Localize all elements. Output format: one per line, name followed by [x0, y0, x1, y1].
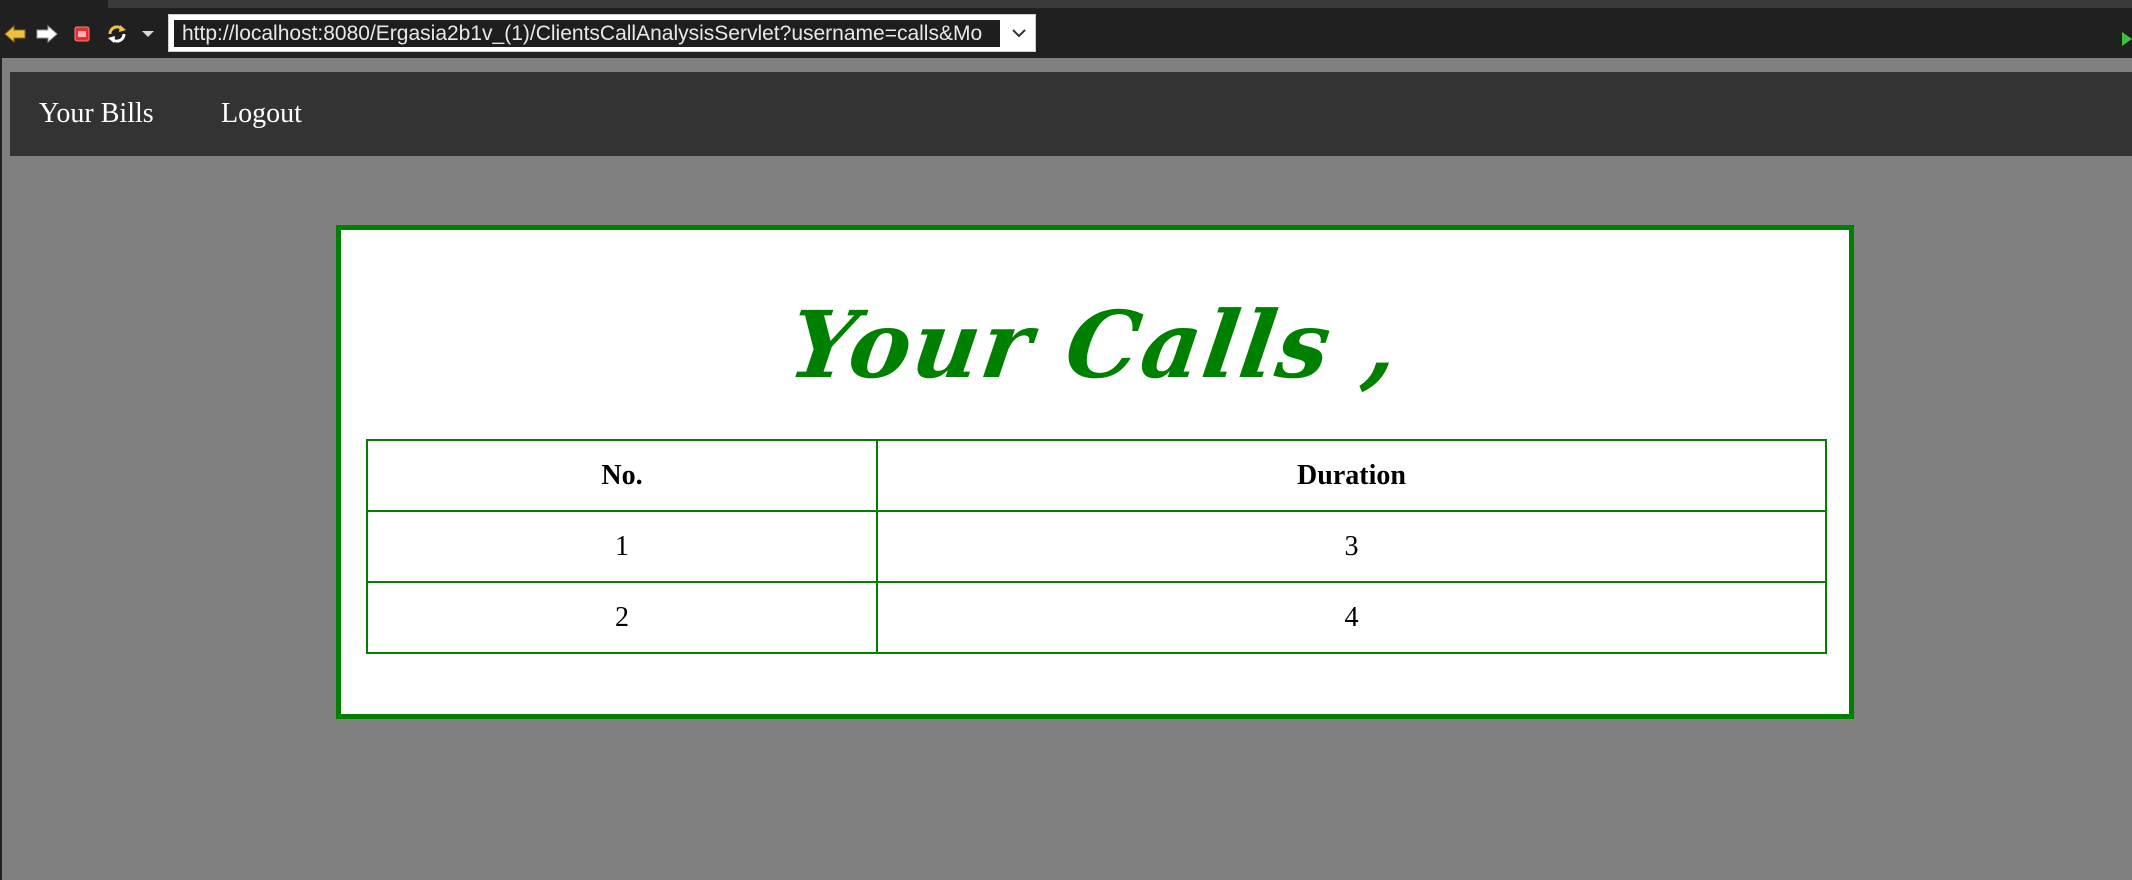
- cell-no: 1: [366, 510, 878, 583]
- column-header-duration: Duration: [876, 439, 1827, 512]
- nav-link-logout[interactable]: Logout: [221, 72, 302, 156]
- active-tab-indicator: [0, 0, 108, 8]
- nav-link-your-bills[interactable]: Your Bills: [39, 72, 154, 156]
- chevron-down-icon[interactable]: [1007, 21, 1031, 45]
- window-left-border: [0, 58, 2, 880]
- dropdown-icon[interactable]: [136, 22, 160, 46]
- address-bar[interactable]: http://localhost:8080/Ergasia2b1v_(1)/Cl…: [168, 14, 1036, 52]
- cell-no: 2: [366, 581, 878, 654]
- browser-toolbar: http://localhost:8080/Ergasia2b1v_(1)/Cl…: [0, 8, 2132, 58]
- forward-arrow-icon[interactable]: [35, 22, 59, 46]
- table-header-row: No. Duration: [366, 439, 1827, 512]
- back-arrow-icon[interactable]: [3, 22, 27, 46]
- page-title: Your Calls ,: [782, 291, 1408, 399]
- go-icon[interactable]: [2120, 30, 2132, 48]
- url-field[interactable]: http://localhost:8080/Ergasia2b1v_(1)/Cl…: [173, 19, 1001, 48]
- table-row: 2 4: [366, 581, 1827, 654]
- cell-duration: 4: [876, 581, 1827, 654]
- stop-icon[interactable]: [70, 22, 94, 46]
- url-text[interactable]: http://localhost:8080/Ergasia2b1v_(1)/Cl…: [182, 20, 982, 47]
- calls-table: No. Duration 1 3 2 4: [366, 439, 1827, 654]
- table-row: 1 3: [366, 510, 1827, 583]
- cell-duration: 3: [876, 510, 1827, 583]
- window-top-strip: [0, 0, 2132, 8]
- column-header-no: No.: [366, 439, 878, 512]
- calls-panel: Your Calls , No. Duration 1 3 2 4: [336, 225, 1854, 719]
- reload-icon[interactable]: [105, 22, 129, 46]
- site-nav-bar: Your Bills Logout: [10, 72, 2132, 156]
